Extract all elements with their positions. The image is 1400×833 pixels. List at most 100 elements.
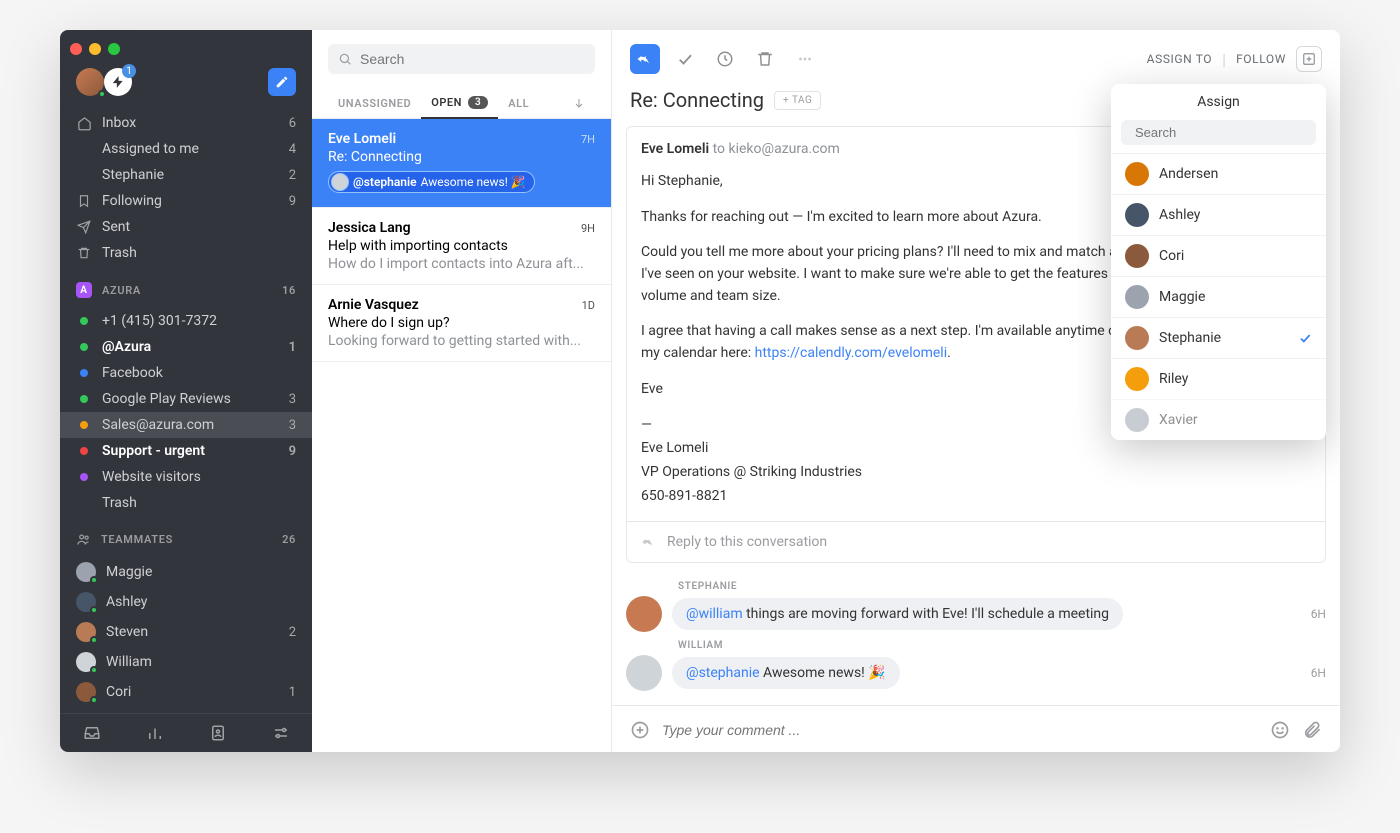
window-minimize-icon[interactable] — [89, 43, 101, 55]
channel-item[interactable]: Trash — [60, 490, 312, 516]
add-tag-button[interactable]: + TAG — [774, 91, 821, 110]
plus-circle-icon[interactable] — [630, 720, 650, 740]
conversation-item[interactable]: Jessica Lang9HHelp with importing contac… — [312, 208, 611, 285]
bookmark-icon — [76, 193, 92, 209]
teammate-item[interactable]: Steven2 — [60, 617, 312, 647]
comment: STEPHANIE @william things are moving for… — [626, 581, 1326, 632]
comment-composer — [612, 705, 1340, 752]
popover-list: AndersenAshleyCoriMaggieStephanieRileyXa… — [1111, 153, 1326, 440]
teammate-item[interactable]: William — [60, 647, 312, 677]
sort-button[interactable] — [563, 89, 595, 117]
nav-trash[interactable]: Trash — [60, 240, 312, 266]
reply-icon — [641, 534, 657, 550]
sidebar-top: 1 — [60, 68, 312, 104]
mention[interactable]: @william — [686, 606, 743, 622]
avatar — [76, 622, 96, 642]
nav-inbox[interactable]: Inbox 6 — [60, 110, 312, 136]
teammate-item[interactable]: Maggie — [60, 557, 312, 587]
tray-icon — [83, 724, 101, 742]
mention[interactable]: @stephanie — [686, 665, 760, 681]
archive-button[interactable] — [670, 44, 700, 74]
nav-following[interactable]: Following 9 — [60, 188, 312, 214]
tab-all[interactable]: ALL — [498, 89, 539, 118]
trash-icon — [756, 50, 774, 68]
dots-icon — [796, 50, 814, 68]
assign-popover: Assign AndersenAshleyCoriMaggieStephanie… — [1111, 84, 1326, 440]
assign-option[interactable]: Cori — [1111, 235, 1326, 276]
bottom-analytics-button[interactable] — [123, 724, 186, 742]
bars-icon — [146, 724, 164, 742]
channel-item[interactable]: @Azura1 — [60, 334, 312, 360]
avatar — [76, 562, 96, 582]
window-close-icon[interactable] — [70, 43, 82, 55]
avatar — [1125, 326, 1149, 350]
popover-search-input[interactable] — [1135, 125, 1311, 140]
channel-dot-icon — [80, 317, 88, 325]
attachment-icon[interactable] — [1302, 720, 1322, 740]
search-box[interactable] — [328, 44, 595, 74]
avatar — [1125, 244, 1149, 268]
nav-assigned[interactable]: Assigned to me 4 — [60, 136, 312, 162]
nav-primary: Inbox 6 Assigned to me 4 Stephanie 2 Fol… — [60, 104, 312, 272]
window-zoom-icon[interactable] — [108, 43, 120, 55]
bottom-settings-button[interactable] — [249, 724, 312, 742]
assign-option[interactable]: Stephanie — [1111, 317, 1326, 358]
delete-button[interactable] — [750, 44, 780, 74]
search-wrap — [312, 30, 611, 88]
workspace-icon: A — [76, 282, 92, 298]
follow-button[interactable]: FOLLOW — [1236, 52, 1286, 66]
conversation-item[interactable]: Eve Lomeli7HRe: Connecting@stephanie Awe… — [312, 119, 611, 208]
avatar — [626, 655, 662, 691]
channel-item[interactable]: Google Play Reviews3 — [60, 386, 312, 412]
assign-option[interactable]: Xavier — [1111, 399, 1326, 440]
channel-dot-icon — [80, 369, 88, 377]
teammate-item[interactable]: Ashley — [60, 587, 312, 617]
reader-pane: ASSIGN TO | FOLLOW Re: Connecting + TAG … — [612, 30, 1340, 752]
channel-item[interactable]: Support - urgent9 — [60, 438, 312, 464]
compose-button[interactable] — [268, 68, 296, 96]
assign-to-button[interactable]: ASSIGN TO — [1147, 52, 1212, 66]
channel-item[interactable]: Website visitors — [60, 464, 312, 490]
assign-option[interactable]: Maggie — [1111, 276, 1326, 317]
nav-sent[interactable]: Sent — [60, 214, 312, 240]
people-icon — [76, 532, 91, 547]
avatar — [1125, 203, 1149, 227]
emoji-icon[interactable] — [1270, 720, 1290, 740]
comment: WILLIAM @stephanie Awesome news! 🎉 6H — [626, 640, 1326, 691]
search-input[interactable] — [360, 51, 585, 67]
assign-option[interactable]: Ashley — [1111, 194, 1326, 235]
tab-unassigned[interactable]: UNASSIGNED — [328, 89, 421, 118]
address-book-icon — [209, 724, 227, 742]
activity-button[interactable]: 1 — [104, 68, 132, 96]
calendly-link[interactable]: https://calendly.com/evelomeli — [755, 345, 947, 361]
comment-input[interactable] — [662, 722, 1258, 738]
more-button[interactable] — [790, 44, 820, 74]
conversation-item[interactable]: Arnie Vasquez1DWhere do I sign up?Lookin… — [312, 285, 611, 362]
expand-button[interactable] — [1296, 46, 1322, 72]
channel-item[interactable]: Sales@azura.com3 — [60, 412, 312, 438]
bottom-inbox-button[interactable] — [60, 724, 123, 742]
titlebar — [60, 30, 312, 68]
workspace-header[interactable]: A AZURA 16 — [60, 272, 312, 302]
subject: Re: Connecting — [630, 88, 764, 112]
channel-item[interactable]: Facebook — [60, 360, 312, 386]
channel-dot-icon — [80, 343, 88, 351]
reply-area[interactable]: Reply to this conversation — [627, 521, 1325, 562]
tab-open[interactable]: OPEN3 — [421, 88, 498, 119]
assign-option[interactable]: Andersen — [1111, 153, 1326, 194]
compose-icon — [275, 75, 289, 89]
snooze-button[interactable] — [710, 44, 740, 74]
reply-all-icon — [636, 50, 654, 68]
bolt-icon — [111, 75, 125, 89]
teammates-header[interactable]: TEAMMATES 26 — [60, 522, 312, 551]
sidebar: 1 Inbox 6 Assigned to me 4 Stephanie 2 — [60, 30, 312, 752]
avatar — [76, 682, 96, 702]
reply-all-button[interactable] — [630, 44, 660, 74]
assign-option[interactable]: Riley — [1111, 358, 1326, 399]
teammate-item[interactable]: Cori1 — [60, 677, 312, 707]
channel-item[interactable]: +1 (415) 301-7372 — [60, 308, 312, 334]
nav-stephanie[interactable]: Stephanie 2 — [60, 162, 312, 188]
bottom-contacts-button[interactable] — [186, 724, 249, 742]
popover-search[interactable] — [1121, 120, 1316, 145]
current-user-avatar[interactable] — [76, 68, 104, 96]
